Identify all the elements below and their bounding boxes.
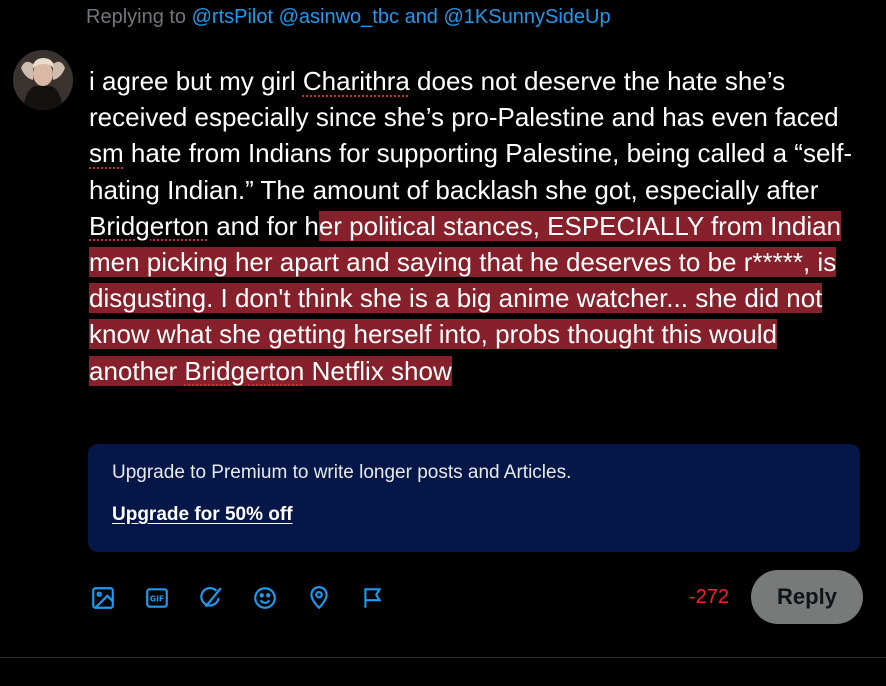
gif-icon[interactable]: GIF: [142, 583, 172, 613]
reply-button[interactable]: Reply: [751, 570, 863, 624]
gif-label: GIF: [150, 594, 164, 603]
compose-toolbar: GIF: [88, 578, 412, 618]
divider: [0, 657, 886, 658]
reply-and-text: and: [404, 6, 438, 28]
compose-text-segment: hate from Indians for supporting Palesti…: [89, 138, 853, 205]
spellcheck-word: Bridgerton: [89, 210, 209, 241]
reply-handle-asinwo[interactable]: @asinwo_tbc: [279, 6, 399, 28]
image-icon[interactable]: [88, 583, 118, 613]
compose-text-segment: i agree but my girl: [89, 66, 303, 96]
emoji-icon[interactable]: [250, 583, 280, 613]
grok-icon[interactable]: [196, 583, 226, 613]
upgrade-link[interactable]: Upgrade for 50% off: [112, 504, 293, 526]
spellcheck-word: sm: [89, 138, 124, 169]
flag-icon[interactable]: [358, 583, 388, 613]
character-counter: -272: [689, 586, 730, 608]
replying-to-line: Replying to @rtsPilot @asinwo_tbc and @1…: [86, 6, 611, 29]
location-icon[interactable]: [304, 583, 334, 613]
compose-text-segment: and for h: [208, 210, 319, 241]
reply-handle-rtspilot[interactable]: @rtsPilot: [192, 6, 273, 28]
spellcheck-word: Charithra: [302, 66, 410, 96]
replying-to-prefix: Replying to: [86, 6, 187, 28]
premium-upsell-banner: Upgrade to Premium to write longer posts…: [88, 444, 860, 552]
premium-message: Upgrade to Premium to write longer posts…: [112, 462, 572, 483]
reply-handle-sunnysideup[interactable]: @1KSunnySideUp: [444, 6, 611, 28]
overflow-text-segment: Netflix show: [304, 355, 452, 386]
avatar-image: [13, 50, 73, 110]
overflow-spellcheck-word: Bridgerton: [184, 355, 305, 386]
compose-text-area[interactable]: i agree but my girl Charithra does not d…: [89, 63, 869, 389]
avatar[interactable]: [13, 50, 73, 110]
